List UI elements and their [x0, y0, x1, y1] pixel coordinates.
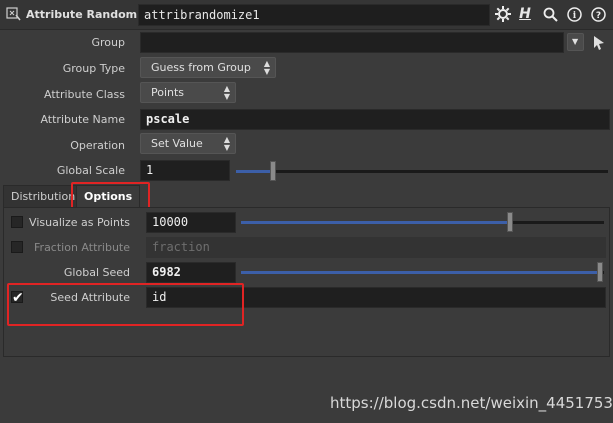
global-seed-label: Global Seed [63, 266, 130, 279]
global-seed-slider-handle[interactable] [597, 262, 604, 282]
updown-arrows-icon: ▲ ▼ [223, 135, 230, 152]
svg-text:i: i [572, 11, 576, 21]
group-type-value: Guess from Group [151, 61, 251, 74]
help-icon[interactable]: ? [589, 5, 607, 23]
global-seed-slider-fill [241, 271, 601, 274]
global-scale-label: Global Scale [56, 164, 125, 177]
updown-arrows-icon: ▲ ▼ [263, 59, 270, 76]
node-name-field[interactable]: attribrandomize1 [138, 4, 490, 26]
attribute-class-menu[interactable]: Points ▲ ▼ [140, 82, 236, 103]
updown-arrows-icon: ▲ ▼ [223, 84, 230, 101]
node-type-icon [6, 7, 21, 21]
operation-label: Operation [70, 139, 125, 152]
help-h-icon[interactable]: H [516, 5, 534, 23]
group-type-label: Group Type [62, 62, 125, 75]
node-type-label: Attribute Randomize [26, 8, 155, 21]
search-icon[interactable] [541, 5, 559, 23]
global-scale-slider-fill [236, 170, 274, 173]
global-seed-field[interactable]: 6982 [146, 262, 236, 283]
group-field[interactable] [140, 32, 564, 53]
visualize-as-points-label: Visualize as Points [29, 216, 130, 229]
group-type-menu[interactable]: Guess from Group ▲ ▼ [140, 57, 276, 78]
group-label: Group [91, 36, 126, 49]
attribute-name-field[interactable]: pscale [140, 109, 610, 130]
visualize-slider-handle[interactable] [506, 212, 513, 232]
node-header: Attribute Randomize attribrandomize1 H i… [0, 0, 613, 30]
attribute-name-label: Attribute Name [40, 113, 125, 126]
gear-icon[interactable] [494, 5, 512, 23]
select-arrow-icon[interactable] [592, 35, 606, 51]
global-scale-field[interactable]: 1 [140, 160, 230, 181]
global-scale-slider-handle[interactable] [270, 161, 277, 181]
info-icon[interactable]: i [565, 5, 583, 23]
seed-attribute-highlight [7, 283, 244, 326]
operation-value: Set Value [151, 137, 203, 150]
global-scale-slider-track[interactable] [236, 170, 608, 173]
attribute-class-label: Attribute Class [43, 88, 125, 101]
visualize-slider-fill [241, 221, 510, 224]
options-tab-highlight [71, 182, 150, 209]
chevron-down-icon: ▼ [572, 37, 579, 46]
svg-text:?: ? [595, 11, 600, 21]
fraction-attribute-label: Fraction Attribute [34, 241, 130, 254]
attribute-class-value: Points [151, 86, 185, 99]
operation-menu[interactable]: Set Value ▲ ▼ [140, 133, 236, 154]
options-panel [3, 207, 610, 357]
watermark-text: https://blog.csdn.net/weixin_44517539 [330, 394, 613, 412]
group-dropdown-button[interactable]: ▼ [567, 33, 584, 51]
fraction-attribute-field: fraction [146, 237, 606, 258]
visualize-as-points-field[interactable]: 10000 [146, 212, 236, 233]
